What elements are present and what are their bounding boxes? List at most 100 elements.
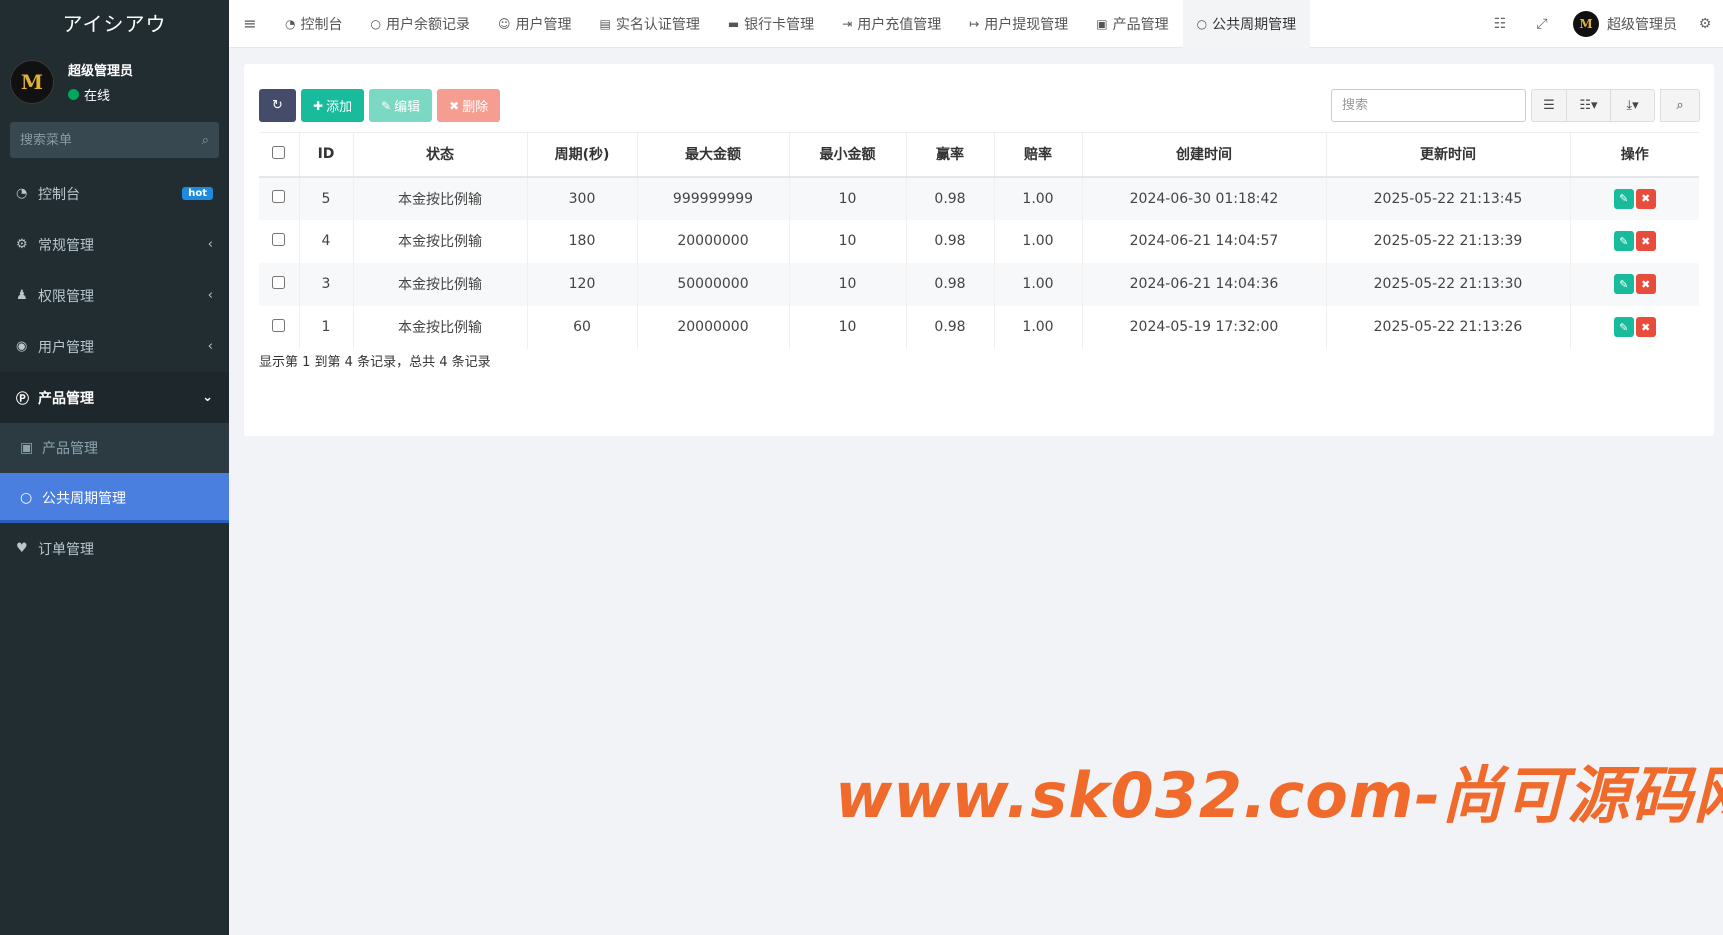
sidebar-item-general[interactable]: ⚙ 常规管理 ‹ [0,219,229,270]
user-menu[interactable]: M 超级管理员 [1563,10,1687,37]
tab-bank-cards[interactable]: ▬ 银行卡管理 [714,0,828,48]
chevron-left-icon: ‹ [207,339,213,354]
tab-label: 用户充值管理 [857,16,942,33]
column-header[interactable]: 赔率 [993,132,1082,178]
tab-dashboard[interactable]: ◔ 控制台 [271,0,356,48]
tab-label: 用户管理 [515,16,572,33]
table-cell: 50000000 [636,262,789,306]
row-checkbox[interactable] [272,232,286,246]
user-status: 在线 [68,85,133,104]
tab-withdraw[interactable]: ↦ 用户提现管理 [955,0,1082,48]
tab-label: 用户提现管理 [984,16,1069,33]
table-cell: 20000000 [636,305,789,349]
table-cell: 本金按比例输 [352,176,527,220]
table-cell: 0.98 [905,219,994,263]
settings-icon[interactable]: ⚙ [1687,16,1723,32]
top-navbar: ≡ ◔ 控制台 ○ 用户余额记录 ☺ 用户管理 ▤ 实名认证管理 ▬ 银行卡管理 ⇥ 用户充… [229,0,1723,48]
tab-common-period[interactable]: ○ 公共周期管理 [1182,0,1311,48]
table-header-row: ID 状态 周期(秒) 最大金额 最小金额 赢率 赔率 创建时间 更新时间 操作 [259,132,1699,178]
sidebar-subitem-label: 产品管理 [42,441,98,457]
row-checkbox[interactable] [272,275,286,289]
column-header[interactable]: 状态 [352,132,527,178]
tab-realname-auth[interactable]: ▤ 实名认证管理 [585,0,713,48]
table-cell: 1.00 [993,305,1082,349]
circle-icon: ○ [20,490,33,506]
shopping-bag-icon: ▣ [20,440,34,456]
column-header[interactable]: ID [298,132,353,178]
hamburger-menu-icon[interactable]: ≡ [229,14,271,33]
advanced-search-button[interactable]: ⌕ [1660,89,1700,122]
table-row[interactable]: 3 本金按比例输 120 50000000 10 0.98 1.00 2024-… [259,262,1699,306]
row-edit-button[interactable]: ✎ [1613,231,1634,251]
row-delete-button[interactable]: ✖ [1635,231,1656,251]
row-edit-button[interactable]: ✎ [1613,274,1634,294]
sidebar-item-orders[interactable]: ♥ 订单管理 [0,523,229,574]
sidebar-item-products[interactable]: Ⓟ 产品管理 ⌄ [0,372,229,423]
content-panel: ↻ ✚添加 ✎编辑 ✖删除 ☰ ☷▾ ⤓▾ ⌕ ID 状态 周期(秒) 最大金额… [244,64,1714,436]
credit-card-icon: ▬ [727,16,740,31]
dashboard-icon: ◔ [16,186,28,201]
tab-products[interactable]: ▣ 产品管理 [1082,0,1182,48]
sidebar-item-label: 控制台 [38,186,80,203]
shopping-bag-icon: ▣ [1096,16,1108,31]
column-header: 操作 [1569,132,1699,178]
table-search-input[interactable] [1331,89,1526,122]
select-all-cell [259,132,299,178]
row-edit-button[interactable]: ✎ [1613,188,1634,209]
sidebar-item-permissions[interactable]: ♟ 权限管理 ‹ [0,270,229,321]
id-card-icon: ▤ [599,16,611,31]
table-row[interactable]: 4 本金按比例输 180 20000000 10 0.98 1.00 2024-… [259,219,1699,263]
sidebar-subitem-common-period[interactable]: ○ 公共周期管理 [0,473,229,523]
tab-recharge[interactable]: ⇥ 用户充值管理 [828,0,955,48]
column-header[interactable]: 周期(秒) [526,132,637,178]
table-cell: 2025-05-22 21:13:26 [1325,305,1570,349]
sidebar-item-label: 常规管理 [38,237,94,254]
table-row[interactable]: 5 本金按比例输 300 999999999 10 0.98 1.00 2024… [259,176,1699,220]
refresh-button[interactable]: ↻ [259,89,296,122]
row-checkbox[interactable] [272,190,286,203]
view-tool-group: ☰ ☷▾ ⤓▾ [1531,89,1655,122]
column-header[interactable]: 创建时间 [1081,132,1326,178]
sidebar-item-users[interactable]: ◉ 用户管理 ‹ [0,321,229,372]
topbar-user-name: 超级管理员 [1607,16,1677,33]
tab-user-management[interactable]: ☺ 用户管理 [484,0,586,48]
export-icon: ⤓▾ [1626,98,1639,113]
add-button[interactable]: ✚ 添加 [301,89,365,122]
add-button-label: 添加 [326,100,353,115]
sidebar-item-dashboard[interactable]: ◔ 控制台 hot [0,168,229,219]
column-header[interactable]: 最大金额 [636,132,789,178]
columns-dropdown-button[interactable]: ☷▾ [1567,89,1611,122]
row-delete-button[interactable]: ✖ [1635,188,1656,209]
user-name: 超级管理员 [68,64,134,79]
toggle-view-button[interactable]: ☰ [1531,89,1567,122]
table-cell: 10 [788,219,906,263]
row-delete-button[interactable]: ✖ [1635,317,1656,337]
search-icon[interactable]: ⌕ [202,133,209,148]
row-select-cell [259,305,299,349]
table-row[interactable]: 1 本金按比例输 60 20000000 10 0.98 1.00 2024-0… [259,305,1699,349]
products-submenu: ▣ 产品管理 ○ 公共周期管理 [0,423,229,523]
tab-balance-records[interactable]: ○ 用户余额记录 [356,0,483,48]
sidebar-subitem-products[interactable]: ▣ 产品管理 [0,423,229,473]
edit-button[interactable]: ✎ 编辑 [369,89,433,122]
chevron-left-icon: ‹ [207,288,213,303]
column-header[interactable]: 最小金额 [788,132,906,178]
select-all-checkbox[interactable] [272,145,286,159]
column-header[interactable]: 赢率 [905,132,994,178]
row-delete-button[interactable]: ✖ [1635,274,1656,294]
fullscreen-icon[interactable]: ⤢ [1521,16,1563,32]
table-cell: 60 [526,305,637,349]
table-cell: 180 [526,219,637,263]
export-dropdown-button[interactable]: ⤓▾ [1611,89,1655,122]
column-header[interactable]: 更新时间 [1325,132,1570,178]
sidebar-search-input[interactable] [20,132,202,148]
row-checkbox[interactable] [272,318,286,332]
sign-in-icon: ⇥ [842,16,853,31]
table-cell: 120 [526,262,637,306]
row-edit-button[interactable]: ✎ [1613,317,1634,337]
translate-icon[interactable]: ☷ [1479,16,1521,32]
delete-button[interactable]: ✖ 删除 [437,89,501,122]
brand-logo[interactable]: アイシアウ [0,0,229,48]
user-icon: ☺ [497,16,511,31]
table-cell: 300 [526,176,637,220]
